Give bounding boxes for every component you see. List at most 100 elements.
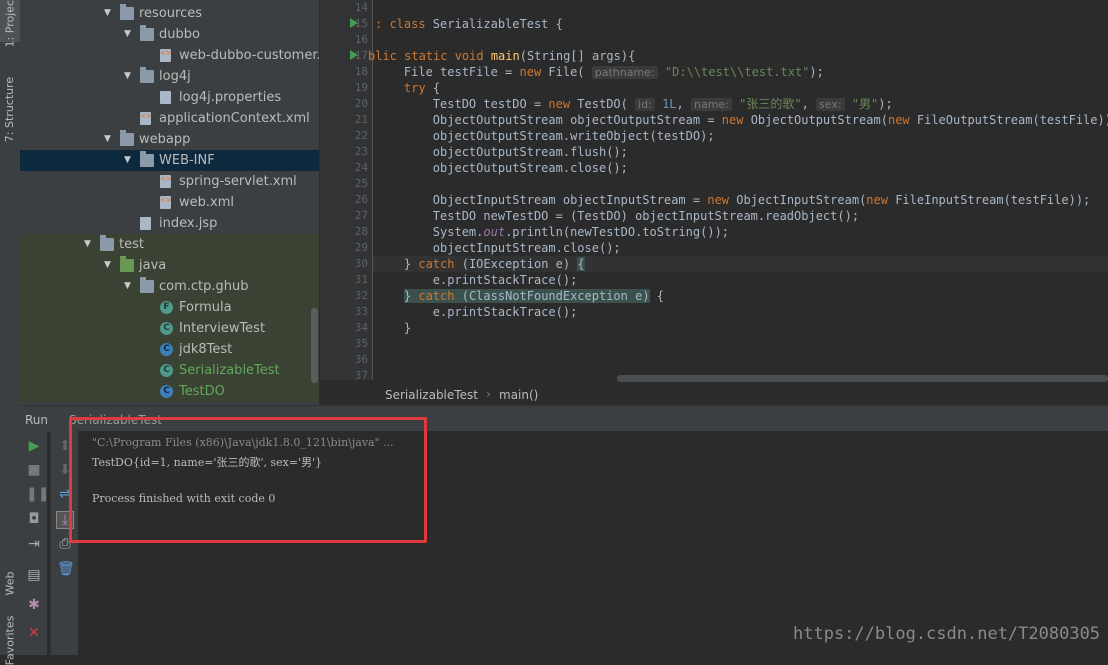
xml-file-icon <box>140 106 152 127</box>
run-panel-title: Run <box>25 413 49 427</box>
stop-icon[interactable]: ■ <box>26 462 42 478</box>
line-number: 23 <box>354 145 368 158</box>
line-number: 28 <box>354 225 368 238</box>
tree-item[interactable]: C SerializableTest <box>20 360 319 381</box>
folder-icon <box>140 151 154 167</box>
tree-item[interactable]: C TestDO <box>20 381 319 402</box>
xml-file-icon <box>160 43 172 64</box>
tree-item[interactable]: ▼ webapp <box>20 129 319 150</box>
tree-item[interactable]: F Formula <box>20 297 319 318</box>
code-line-18: File testFile = new File( pathname: "D:\… <box>375 65 824 79</box>
breadcrumb-method[interactable]: main() <box>499 388 538 402</box>
xml-file-icon <box>160 169 172 190</box>
code-line-26: ObjectInputStream objectInputStream = ne… <box>375 193 1091 207</box>
tree-item[interactable]: applicationContext.xml <box>20 106 319 129</box>
expand-arrow-icon[interactable]: ▼ <box>124 276 131 297</box>
tree-item-label: log4j.properties <box>179 90 282 105</box>
tree-item-label: SerializableTest <box>179 363 280 378</box>
code-line-23: objectOutputStream.flush(); <box>375 145 628 159</box>
expand-arrow-icon[interactable]: ▼ <box>124 24 131 45</box>
code-line-20: TestDO testDO = new TestDO( id: 1L, name… <box>375 97 893 111</box>
line-number: 21 <box>354 113 368 126</box>
structure-tool-tab[interactable]: 7: Structure <box>0 70 20 148</box>
expand-arrow-icon[interactable]: ▼ <box>104 3 111 24</box>
tree-item-label: TestDO <box>179 384 225 399</box>
folder-icon <box>140 25 154 41</box>
editor-horizontal-scrollbar[interactable] <box>617 375 1108 382</box>
line-number: 31 <box>354 273 368 286</box>
java-class-icon: C <box>160 364 173 377</box>
line-number: 15 <box>354 17 368 30</box>
close-icon[interactable]: ✕ <box>26 625 42 641</box>
file-icon <box>140 217 151 230</box>
layout-icon[interactable]: ▤ <box>26 567 42 583</box>
file-icon <box>160 91 171 104</box>
project-tool-tab[interactable]: 1: Project <box>0 0 20 47</box>
tree-item[interactable]: ▼ WEB-INF <box>20 150 319 171</box>
line-number: 30 <box>354 257 368 270</box>
code-line-21: ObjectOutputStream objectOutputStream = … <box>375 113 1108 127</box>
tree-item[interactable]: ▼ java <box>20 255 319 276</box>
tree-item-label: WEB-INF <box>159 153 215 168</box>
source-folder-icon <box>120 256 134 272</box>
tree-item[interactable]: C InterviewTest <box>20 318 319 339</box>
tree-item-label: log4j <box>159 69 191 84</box>
web-tool-tab[interactable]: Web <box>0 565 20 601</box>
expand-arrow-icon[interactable]: ▼ <box>104 129 111 150</box>
java-class-icon: C <box>160 343 173 356</box>
tree-item[interactable]: index.jsp <box>20 213 319 234</box>
code-line-29: objectInputStream.close(); <box>375 241 621 255</box>
line-number: 26 <box>354 193 368 206</box>
tree-item-label: com.ctp.ghub <box>159 279 249 294</box>
folder-icon <box>140 67 154 83</box>
line-number: 36 <box>354 353 368 366</box>
tree-item[interactable]: spring-servlet.xml <box>20 169 319 192</box>
tree-item[interactable]: web-dubbo-customer.xml <box>20 43 319 66</box>
project-tree-scrollbar[interactable] <box>311 308 318 383</box>
line-number: 24 <box>354 161 368 174</box>
tree-item[interactable]: Cjdk8Test <box>20 339 319 360</box>
pin-icon[interactable]: ✱ <box>26 597 42 613</box>
rerun-icon[interactable]: ▶ <box>26 438 42 454</box>
expand-arrow-icon[interactable]: ▼ <box>84 234 91 255</box>
java-class-icon: F <box>160 301 173 314</box>
tree-item-label: web-dubbo-customer.xml <box>179 48 319 63</box>
tree-item[interactable]: web.xml <box>20 190 319 213</box>
tree-item-label: dubbo <box>159 27 200 42</box>
tree-item-label: InterviewTest <box>179 321 266 336</box>
tree-item[interactable]: ▼ dubbo <box>20 24 319 45</box>
line-number: 19 <box>354 81 368 94</box>
line-number: 32 <box>354 289 368 302</box>
trash-icon[interactable]: 🗑 <box>57 561 75 577</box>
watermark: https://blog.csdn.net/T2080305 <box>793 624 1101 644</box>
tree-item[interactable]: ▼ resources <box>20 3 319 24</box>
code-line-31: e.printStackTrace(); <box>375 273 578 287</box>
folder-icon <box>120 130 134 146</box>
expand-arrow-icon[interactable]: ▼ <box>124 150 131 171</box>
tree-item-label: webapp <box>139 132 191 147</box>
camera-icon[interactable]: ◘ <box>26 511 42 527</box>
tree-item-label: index.jsp <box>159 216 218 231</box>
tree-item-label: test <box>119 237 144 252</box>
expand-arrow-icon[interactable]: ▼ <box>124 66 131 87</box>
login-icon[interactable]: ⇥ <box>26 536 42 552</box>
code-line-19: try { <box>403 81 441 95</box>
line-number: 35 <box>354 337 368 350</box>
line-number: 29 <box>354 241 368 254</box>
tree-item[interactable]: ▼ test <box>20 234 319 255</box>
breadcrumb-class[interactable]: SerializableTest <box>385 388 478 402</box>
code-line-32: } catch (ClassNotFoundException e) { <box>403 289 665 303</box>
favorites-tool-tab[interactable]: Favorites <box>0 615 20 665</box>
line-number: 34 <box>354 321 368 334</box>
run-main-icon[interactable] <box>350 50 358 60</box>
expand-arrow-icon[interactable]: ▼ <box>104 255 111 276</box>
line-number: 33 <box>354 305 368 318</box>
tree-item[interactable]: ▼ com.ctp.ghub <box>20 276 319 297</box>
tree-item-label: Formula <box>179 300 232 315</box>
xml-file-icon <box>160 190 172 211</box>
tree-item[interactable]: ▼ log4j <box>20 66 319 87</box>
pause-icon[interactable]: ❚❚ <box>26 486 49 502</box>
tree-item[interactable]: log4j.properties <box>20 87 319 108</box>
run-class-icon[interactable] <box>350 18 358 28</box>
line-number: 20 <box>354 97 368 110</box>
